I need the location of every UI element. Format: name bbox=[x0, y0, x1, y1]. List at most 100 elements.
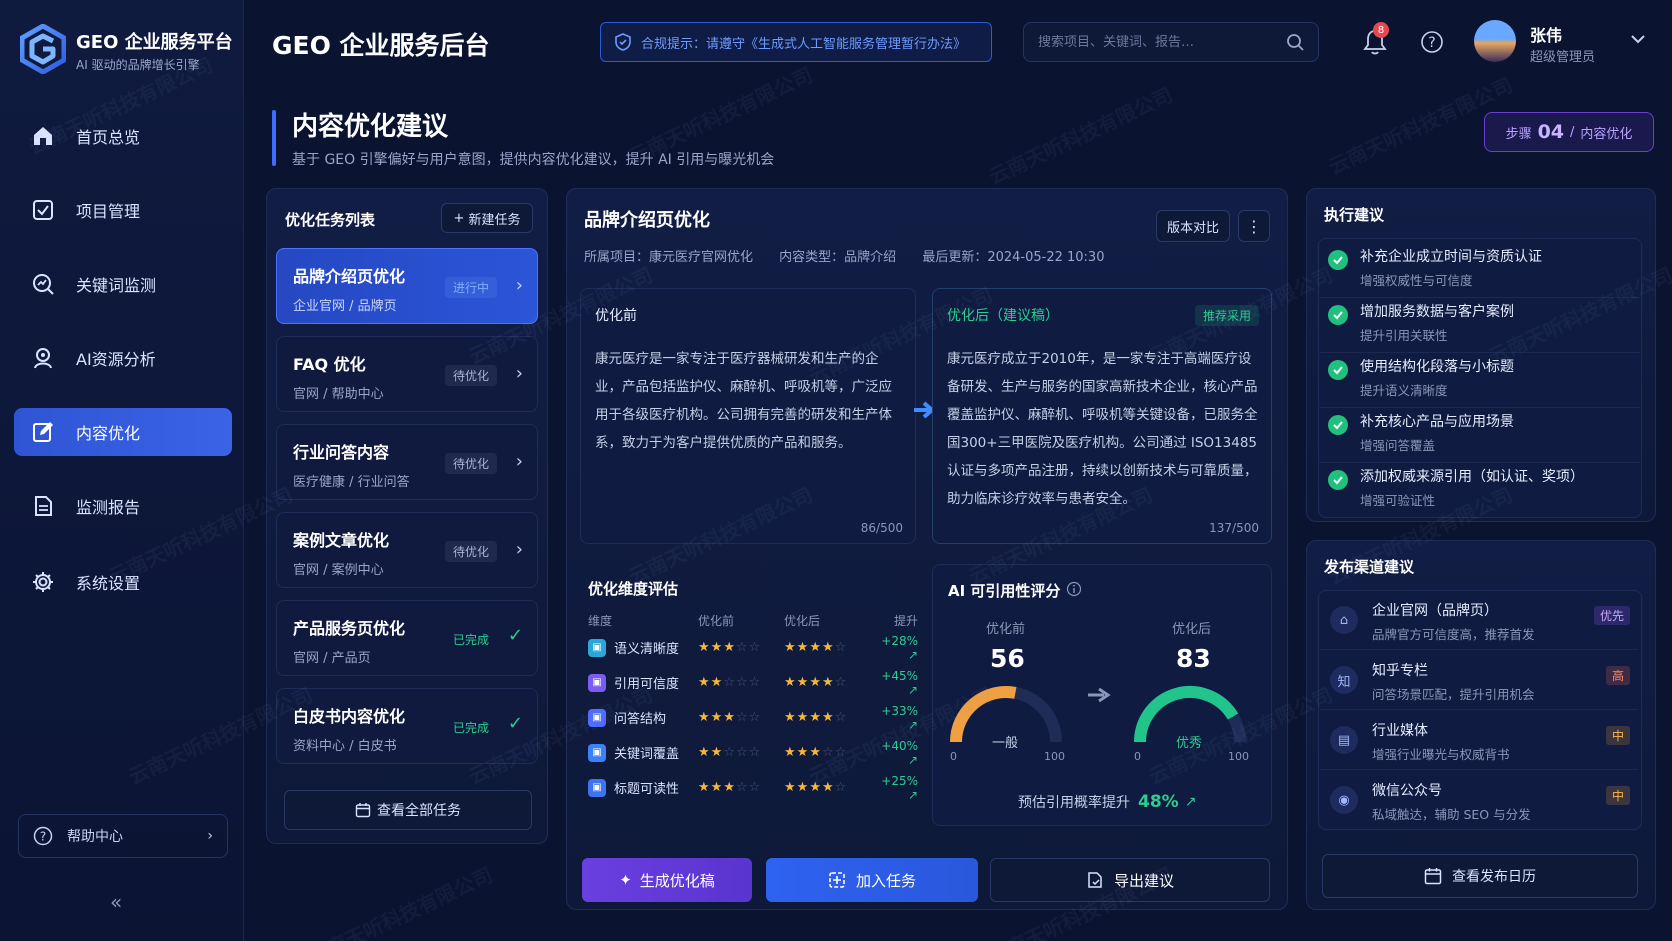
view-calendar-button[interactable]: 查看发布日历 bbox=[1322, 854, 1638, 898]
star-icon: ☆ bbox=[748, 780, 762, 795]
exec-suggestion-sub: 提升语义清晰度 bbox=[1360, 383, 1448, 398]
chevron-right-icon: › bbox=[515, 539, 523, 560]
wechat-icon: ◉ bbox=[1330, 786, 1358, 814]
search-input[interactable] bbox=[1038, 34, 1286, 50]
star-icon: ★ bbox=[698, 745, 711, 760]
channel-sub: 私域触达，辅助 SEO 与分发 bbox=[1372, 807, 1531, 822]
exec-suggestion-item[interactable]: 补充企业成立时间与资质认证 增强权威性与可信度 bbox=[1318, 242, 1640, 298]
star-icon: ★ bbox=[710, 745, 724, 760]
table-row: ▣ 语义清晰度 ★★★☆☆ ★★★★☆ +28% ↗ bbox=[588, 630, 918, 665]
table-header: 维度 优化前 优化后 提升 bbox=[588, 610, 918, 630]
star-icon: ★ bbox=[784, 745, 797, 760]
after-text[interactable]: 康元医疗成立于2010年，是一家专注于高端医疗设备研发、生产与服务的国家高新技术… bbox=[947, 345, 1259, 513]
sidebar-item-reports[interactable]: 监测报告 bbox=[14, 482, 232, 530]
version-compare-button[interactable]: 版本对比 bbox=[1156, 210, 1230, 242]
before-text[interactable]: 康元医疗是一家专注于医疗器械研发和生产的企业，产品包括监护仪、麻醉机、呼吸机等，… bbox=[595, 345, 903, 457]
user-name[interactable]: 张伟 bbox=[1530, 22, 1562, 46]
sidebar-item-label: AI资源分析 bbox=[76, 350, 156, 369]
gauge-min-label: 0 bbox=[950, 750, 957, 763]
table-row: ▣ 关键词覆盖 ★★☆☆☆ ★★★☆☆ +40% ↗ bbox=[588, 735, 918, 770]
star-icon: ☆ bbox=[735, 640, 749, 655]
view-all-tasks-button[interactable]: 查看全部任务 bbox=[284, 790, 532, 830]
compliance-text: 合规提示：请遵守《生成式人工智能服务管理暂行办法》 bbox=[641, 36, 967, 52]
help-center-button[interactable]: ? 帮助中心 › bbox=[18, 814, 228, 858]
help-icon[interactable]: ? bbox=[1420, 30, 1444, 54]
meta-type: 内容类型：品牌介绍 bbox=[779, 250, 897, 265]
exec-suggestion-sub: 增强问答覆盖 bbox=[1360, 438, 1436, 453]
dimension-icon: ▣ bbox=[588, 673, 606, 692]
add-to-task-button[interactable]: 加入任务 bbox=[766, 858, 978, 902]
channel-item[interactable]: ◉ 微信公众号 私域触达，辅助 SEO 与分发 中 bbox=[1320, 774, 1638, 830]
dimension-name: 引用可信度 bbox=[614, 677, 680, 692]
star-icon: ★ bbox=[809, 745, 822, 760]
avatar[interactable] bbox=[1474, 20, 1516, 62]
task-item-faq[interactable]: FAQ 优化 官网 / 帮助中心 待优化 › bbox=[276, 336, 538, 412]
dimension-cell: ▣ 引用可信度 bbox=[588, 673, 698, 692]
new-task-button[interactable]: + 新建任务 bbox=[441, 203, 533, 233]
chevron-right-icon: › bbox=[515, 275, 523, 296]
star-icon: ☆ bbox=[723, 675, 736, 690]
new-task-label: 新建任务 bbox=[468, 212, 521, 228]
sidebar-item-ai-analysis[interactable]: AI资源分析 bbox=[14, 334, 232, 382]
improvement-value: +25% ↗ bbox=[881, 773, 918, 802]
task-item-whitepaper[interactable]: 白皮书内容优化 资料中心 / 白皮书 已完成 ✓ bbox=[276, 688, 538, 764]
export-suggestions-label: 导出建议 bbox=[1113, 871, 1174, 890]
question-circle-icon: ? bbox=[33, 826, 53, 846]
dimension-cell: ▣ 语义清晰度 bbox=[588, 638, 698, 657]
before-label: 优化前 bbox=[595, 308, 637, 324]
meta-project: 所属项目：康元医疗官网优化 bbox=[584, 250, 754, 265]
generate-draft-button[interactable]: ✦ 生成优化稿 bbox=[582, 858, 752, 902]
star-icon: ★ bbox=[784, 780, 797, 795]
star-icon: ★ bbox=[821, 710, 835, 725]
star-icon: ★ bbox=[723, 710, 736, 725]
global-search[interactable] bbox=[1023, 22, 1319, 62]
more-options-icon[interactable]: ⋮ bbox=[1238, 210, 1270, 242]
improvement-value: +28% ↗ bbox=[881, 633, 918, 662]
star-icon: ★ bbox=[821, 780, 835, 795]
status-badge: 待优化 bbox=[444, 541, 497, 562]
exec-suggestion-title: 补充核心产品与应用场景 bbox=[1360, 414, 1514, 430]
compliance-notice[interactable]: 合规提示：请遵守《生成式人工智能服务管理暂行办法》 bbox=[600, 22, 992, 62]
media-icon: ▤ bbox=[1330, 726, 1358, 754]
channel-item[interactable]: ▤ 行业媒体 增强行业曝光与权威背书 中 bbox=[1320, 714, 1638, 770]
sidebar-item-content-optimize[interactable]: 内容优化 bbox=[14, 408, 232, 456]
check-icon: ✓ bbox=[507, 713, 523, 734]
info-icon[interactable] bbox=[1066, 581, 1082, 597]
exec-suggestion-item[interactable]: 补充核心产品与应用场景 增强问答覆盖 bbox=[1318, 407, 1640, 463]
brand-subtitle: AI 驱动的品牌增长引擎 bbox=[76, 58, 200, 72]
improvement-value: +45% ↗ bbox=[881, 668, 918, 697]
sidebar-item-home[interactable]: 首页总览 bbox=[14, 112, 232, 160]
channel-item[interactable]: 知知乎专栏 问答场景匹配，提升引用机会 高 bbox=[1320, 654, 1638, 710]
star-icon: ☆ bbox=[834, 780, 848, 795]
sidebar-item-projects[interactable]: 项目管理 bbox=[14, 186, 232, 234]
export-suggestions-button[interactable]: 导出建议 bbox=[990, 858, 1270, 902]
brand-title: GEO 企业服务平台 bbox=[76, 32, 233, 53]
chevron-down-icon[interactable] bbox=[1630, 34, 1646, 44]
channel-sub: 增强行业曝光与权威背书 bbox=[1372, 747, 1510, 762]
gauge-min-label: 0 bbox=[1134, 750, 1141, 763]
meta-updated: 最后更新：2024-05-22 10:30 bbox=[922, 250, 1105, 265]
task-item-product-page[interactable]: 产品服务页优化 官网 / 产品页 已完成 ✓ bbox=[276, 600, 538, 676]
priority-badge: 高 bbox=[1605, 666, 1630, 685]
view-calendar-label: 查看发布日历 bbox=[1452, 869, 1536, 885]
search-icon[interactable] bbox=[1286, 33, 1304, 51]
forecast-label: 预估引用概率提升 bbox=[1018, 795, 1130, 811]
step-prefix: 步骤 bbox=[1505, 126, 1532, 142]
task-item-brand[interactable]: 品牌介绍页优化 企业官网 / 品牌页 进行中 › bbox=[276, 248, 538, 324]
sidebar-item-keywords[interactable]: 关键词监测 bbox=[14, 260, 232, 308]
sidebar-item-settings[interactable]: 系统设置 bbox=[14, 558, 232, 606]
rating-after: ★★★★☆ bbox=[784, 780, 847, 795]
logo-icon bbox=[20, 24, 66, 74]
notification-badge: 8 bbox=[1373, 22, 1389, 38]
priority-badge: 中 bbox=[1605, 786, 1630, 805]
exec-suggestion-sub: 增强可验证性 bbox=[1360, 493, 1436, 508]
channel-item[interactable]: ⌂ 企业官网（品牌页） 品牌官方可信度高，推荐首发 优先 bbox=[1320, 594, 1638, 650]
star-icon: ★ bbox=[698, 780, 711, 795]
task-item-case-article[interactable]: 案例文章优化 官网 / 案例中心 待优化 › bbox=[276, 512, 538, 588]
exec-suggestion-item[interactable]: 使用结构化段落与小标题 提升语义清晰度 bbox=[1318, 352, 1640, 408]
watermark-text: 云南天听科技有限公司 bbox=[984, 82, 1177, 189]
exec-suggestion-item[interactable]: 增加服务数据与客户案例 提升引用关联性 bbox=[1318, 297, 1640, 353]
task-item-industry-qa[interactable]: 行业问答内容 医疗健康 / 行业问答 待优化 › bbox=[276, 424, 538, 500]
collapse-sidebar-icon[interactable]: « bbox=[110, 890, 122, 914]
exec-suggestion-item[interactable]: 添加权威来源引用（如认证、奖项） 增强可验证性 bbox=[1318, 462, 1640, 518]
